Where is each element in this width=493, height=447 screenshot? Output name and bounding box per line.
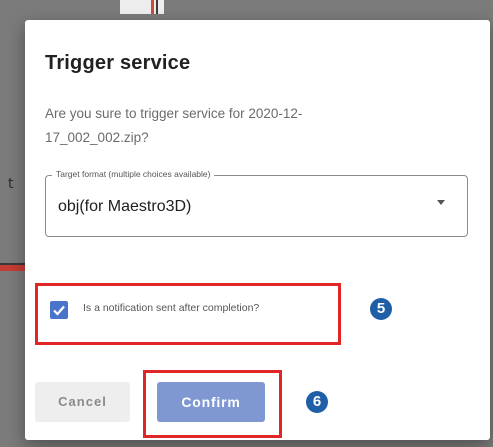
target-format-label: Target format (multiple choices availabl… xyxy=(52,169,215,179)
background-dark-line xyxy=(156,0,158,14)
notification-highlight-box xyxy=(35,283,341,345)
step-badge-6: 6 xyxy=(306,391,328,413)
target-format-select[interactable]: Target format (multiple choices availabl… xyxy=(45,169,468,237)
caret-down-icon[interactable] xyxy=(437,200,445,205)
cancel-button[interactable]: Cancel xyxy=(35,382,130,422)
step-badge-5: 5 xyxy=(370,298,392,320)
trigger-service-dialog: Trigger service Are you sure to trigger … xyxy=(25,20,490,440)
background-text: t xyxy=(8,176,14,192)
checkmark-icon xyxy=(53,305,65,316)
background-window-edge xyxy=(120,0,164,14)
notification-checkbox[interactable] xyxy=(50,301,68,319)
background-red-line xyxy=(151,0,154,14)
target-format-value: obj(for Maestro3D) xyxy=(58,198,192,215)
dialog-title: Trigger service xyxy=(45,52,191,74)
dialog-message: Are you sure to trigger service for 2020… xyxy=(45,106,303,145)
notification-label[interactable]: Is a notification sent after completion? xyxy=(83,302,259,314)
confirm-button[interactable]: Confirm xyxy=(157,382,265,422)
